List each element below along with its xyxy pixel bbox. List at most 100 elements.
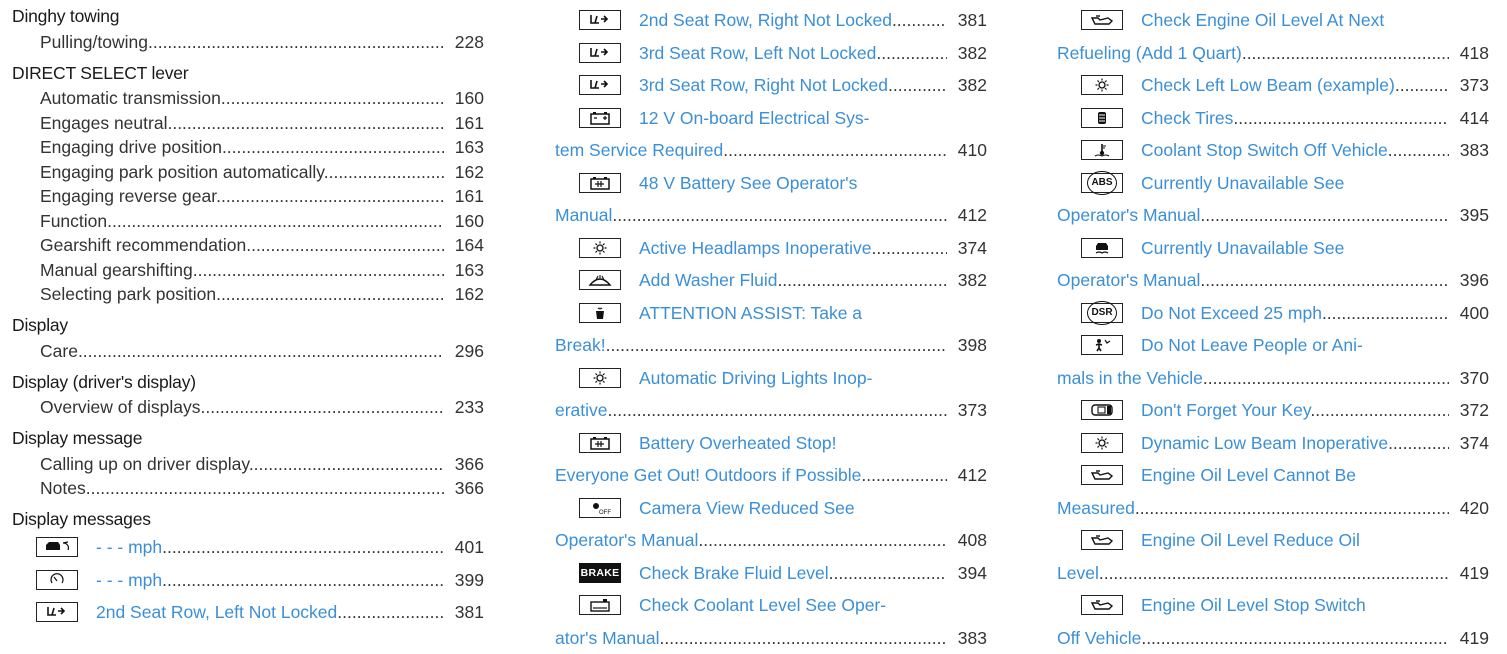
message-text[interactable]: Do Not Exceed 25 mph xyxy=(1141,302,1449,324)
message-line[interactable]: Engine Oil Level Cannot Be xyxy=(1057,459,1489,492)
index-entry[interactable]: Engages neutral161 xyxy=(12,109,484,134)
message-line[interactable]: Engine Oil Level Reduce Oil xyxy=(1057,524,1489,557)
message-text[interactable]: ATTENTION ASSIST: Take a xyxy=(639,302,987,324)
message-line[interactable]: - - - mph399 xyxy=(12,564,484,597)
message-line[interactable]: Active Headlamps Inoperative374 xyxy=(555,232,987,265)
message-text[interactable]: Currently Unavailable See xyxy=(1141,172,1489,194)
page-number: 412 xyxy=(947,464,987,486)
message-line[interactable]: 2nd Seat Row, Left Not Locked381 xyxy=(12,596,484,629)
message-line[interactable]: DSRDo Not Exceed 25 mph400 xyxy=(1057,297,1489,330)
message-line[interactable]: Battery Overheated Stop! xyxy=(555,427,987,460)
message-line[interactable]: Coolant Stop Switch Off Vehicle383 xyxy=(1057,134,1489,167)
index-entry[interactable]: Pulling/towing228 xyxy=(12,28,484,53)
message-text[interactable]: 3rd Seat Row, Right Not Locked xyxy=(639,74,947,96)
message-line[interactable]: 2nd Seat Row, Right Not Locked381 xyxy=(555,4,987,37)
message-line[interactable]: Dynamic Low Beam Inoperative374 xyxy=(1057,427,1489,460)
message-text[interactable]: Break! xyxy=(555,334,947,356)
message-text[interactable]: Camera View Reduced See xyxy=(639,497,987,519)
page-number: 228 xyxy=(444,31,484,53)
message-text[interactable]: Off Vehicle xyxy=(1057,627,1449,649)
page-number: 164 xyxy=(444,234,484,256)
message-line[interactable]: Don't Forget Your Key372 xyxy=(1057,394,1489,427)
message-text[interactable]: Currently Unavailable See xyxy=(1141,237,1489,259)
message-text[interactable]: Check Brake Fluid Level xyxy=(639,562,947,584)
headlamp-icon xyxy=(579,238,621,258)
message-text[interactable]: Measured xyxy=(1057,497,1449,519)
index-entry[interactable]: Selecting park position162 xyxy=(12,281,484,306)
message-line[interactable]: Automatic Driving Lights Inop- xyxy=(555,362,987,395)
index-entry[interactable]: Overview of displays233 xyxy=(12,394,484,419)
message-line[interactable]: 3rd Seat Row, Left Not Locked382 xyxy=(555,37,987,70)
message-text[interactable]: 2nd Seat Row, Right Not Locked xyxy=(639,9,947,31)
message-text[interactable]: Operator's Manual xyxy=(555,529,947,551)
message-text[interactable]: Level xyxy=(1057,562,1449,584)
message-text[interactable]: 3rd Seat Row, Left Not Locked xyxy=(639,42,947,64)
message-line[interactable]: Currently Unavailable See xyxy=(1057,232,1489,265)
index-entry[interactable]: Automatic transmission160 xyxy=(12,85,484,110)
message-line[interactable]: - - - mph401 xyxy=(12,531,484,564)
message-line[interactable]: 48 V Battery See Operator's xyxy=(555,167,987,200)
entry-text: Notes xyxy=(40,477,444,499)
message-line: Operator's Manual408 xyxy=(555,524,987,557)
index-entry[interactable]: Function160 xyxy=(12,207,484,232)
message-text[interactable]: Operator's Manual xyxy=(1057,204,1449,226)
message-text[interactable]: Don't Forget Your Key xyxy=(1141,399,1449,421)
message-text[interactable]: Check Coolant Level See Oper- xyxy=(639,594,987,616)
index-column-1: Dinghy towingPulling/towing228DIRECT SEL… xyxy=(12,4,484,629)
message-text[interactable]: Coolant Stop Switch Off Vehicle xyxy=(1141,139,1449,161)
message-line[interactable]: ABSCurrently Unavailable See xyxy=(1057,167,1489,200)
message-line[interactable]: ATTENTION ASSIST: Take a xyxy=(555,297,987,330)
message-line[interactable]: BRAKECheck Brake Fluid Level394 xyxy=(555,557,987,590)
page-number: 374 xyxy=(947,237,987,259)
index-entry[interactable]: Manual gearshifting163 xyxy=(12,256,484,281)
speed-limiter-icon xyxy=(36,537,78,557)
message-text[interactable]: Everyone Get Out! Outdoors if Possible xyxy=(555,464,947,486)
message-text[interactable]: Check Left Low Beam (example) xyxy=(1141,74,1449,96)
message-line[interactable]: Check Engine Oil Level At Next xyxy=(1057,4,1489,37)
message-text[interactable]: Engine Oil Level Cannot Be xyxy=(1141,464,1489,486)
index-entry[interactable]: Engaging drive position163 xyxy=(12,134,484,159)
message-text[interactable]: Add Washer Fluid xyxy=(639,269,947,291)
message-text[interactable]: Engine Oil Level Reduce Oil xyxy=(1141,529,1489,551)
message-text[interactable]: ator's Manual xyxy=(555,627,947,649)
index-entry[interactable]: Engaging reverse gear161 xyxy=(12,183,484,208)
index-entry[interactable]: Care296 xyxy=(12,337,484,362)
message-line[interactable]: Engine Oil Level Stop Switch xyxy=(1057,589,1489,622)
message-line[interactable]: Do Not Leave People or Ani- xyxy=(1057,329,1489,362)
message-text[interactable]: Engine Oil Level Stop Switch xyxy=(1141,594,1489,616)
index-entry[interactable]: Engaging park position automatically162 xyxy=(12,158,484,183)
child-icon xyxy=(1081,335,1123,355)
message-line[interactable]: 3rd Seat Row, Right Not Locked382 xyxy=(555,69,987,102)
message-text[interactable]: Manual xyxy=(555,204,947,226)
message-line[interactable]: 12 V On-board Electrical Sys- xyxy=(555,102,987,135)
message-text[interactable]: - - - mph xyxy=(96,569,444,591)
message-text[interactable]: Refueling (Add 1 Quart) xyxy=(1057,42,1449,64)
message-line[interactable]: Check Coolant Level See Oper- xyxy=(555,589,987,622)
index-entry[interactable]: Calling up on driver display366 xyxy=(12,450,484,475)
index-entry[interactable]: Notes366 xyxy=(12,475,484,500)
message-line[interactable]: Check Tires414 xyxy=(1057,102,1489,135)
message-text[interactable]: 2nd Seat Row, Left Not Locked xyxy=(96,601,444,623)
message-text[interactable]: Active Headlamps Inoperative xyxy=(639,237,947,259)
index-entry[interactable]: Gearshift recommendation164 xyxy=(12,232,484,257)
message-text[interactable]: Check Engine Oil Level At Next xyxy=(1141,9,1489,31)
message-text[interactable]: erative xyxy=(555,399,947,421)
message-text[interactable]: Operator's Manual xyxy=(1057,269,1449,291)
message-line[interactable]: OFFCamera View Reduced See xyxy=(555,492,987,525)
message-text[interactable]: tem Service Required xyxy=(555,139,947,161)
message-line[interactable]: Add Washer Fluid382 xyxy=(555,264,987,297)
index-column-3: Check Engine Oil Level At Next Refueling … xyxy=(1057,4,1489,654)
message-text[interactable]: Check Tires xyxy=(1141,107,1449,129)
message-line[interactable]: Check Left Low Beam (example)373 xyxy=(1057,69,1489,102)
message-text[interactable]: Automatic Driving Lights Inop- xyxy=(639,367,987,389)
page-number: 233 xyxy=(444,396,484,418)
page-number: 161 xyxy=(444,112,484,134)
message-text[interactable]: 48 V Battery See Operator's xyxy=(639,172,987,194)
index-heading: Display (driver's display) xyxy=(12,370,484,394)
message-text[interactable]: Do Not Leave People or Ani- xyxy=(1141,334,1489,356)
message-text[interactable]: - - - mph xyxy=(96,536,444,558)
message-text[interactable]: mals in the Vehicle xyxy=(1057,367,1449,389)
message-text[interactable]: Dynamic Low Beam Inoperative xyxy=(1141,432,1449,454)
message-text[interactable]: Battery Overheated Stop! xyxy=(639,432,987,454)
message-text[interactable]: 12 V On-board Electrical Sys- xyxy=(639,107,987,129)
